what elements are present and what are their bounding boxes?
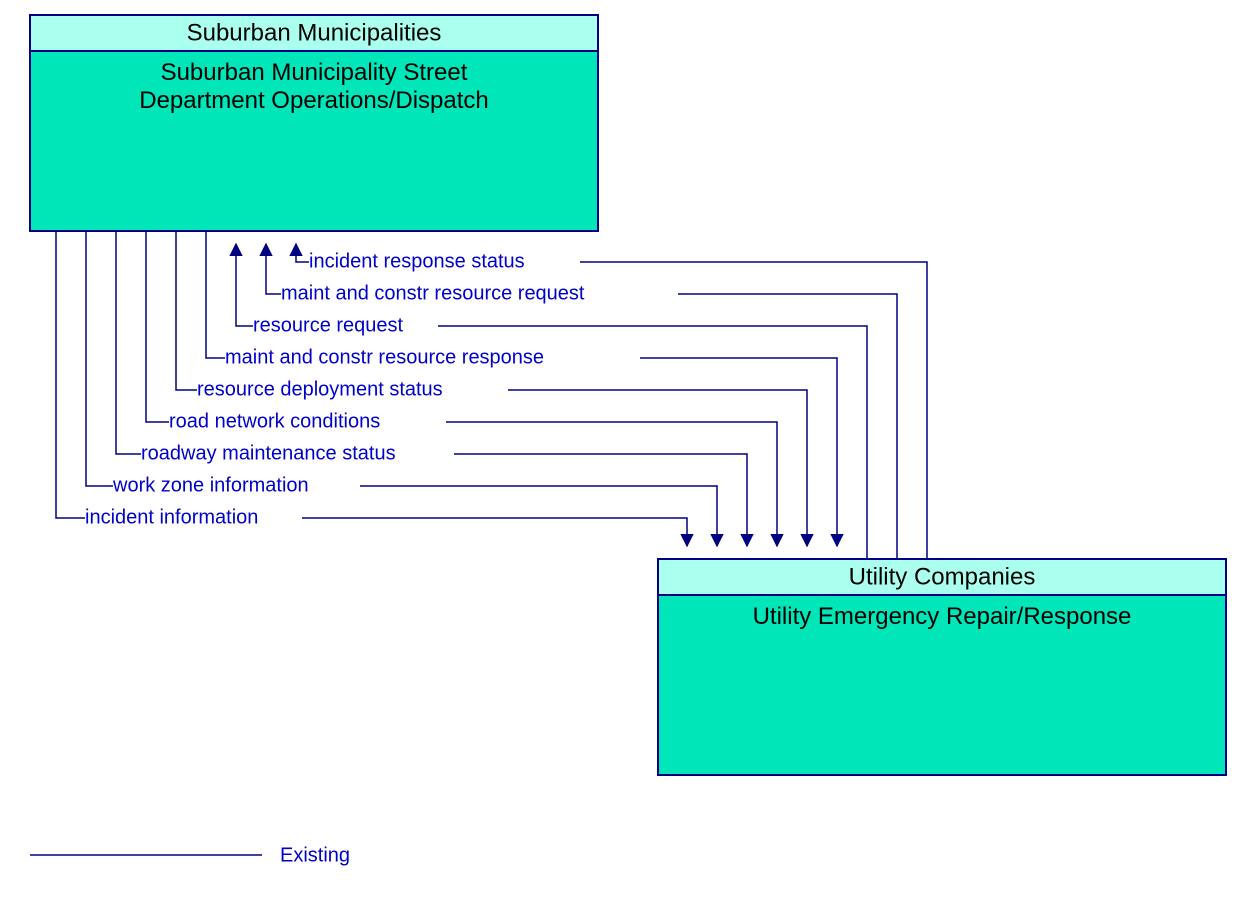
flow-label-resource-deployment-status: resource deployment status <box>197 378 443 400</box>
legend-existing-label: Existing <box>280 844 350 866</box>
box-a-body-line2: Department Operations/Dispatch <box>139 87 489 114</box>
box-b-header: Utility Companies <box>849 563 1036 590</box>
box-a-body-line1: Suburban Municipality Street <box>161 59 468 86</box>
flow-label-work-zone-information: work zone information <box>112 474 309 496</box>
flow-label-maint-constr-resource-request: maint and constr resource request <box>281 282 585 304</box>
entity-utility-companies: Utility Companies Utility Emergency Repa… <box>658 559 1226 775</box>
flow-label-resource-request: resource request <box>253 314 404 336</box>
entity-suburban-municipalities: Suburban Municipalities Suburban Municip… <box>30 15 598 231</box>
diagram-canvas: Suburban Municipalities Suburban Municip… <box>0 0 1252 897</box>
box-a-header: Suburban Municipalities <box>187 19 442 46</box>
box-b-body-line1: Utility Emergency Repair/Response <box>753 603 1132 630</box>
flow-label-incident-response-status: incident response status <box>309 250 525 272</box>
flow-label-roadway-maintenance-status: roadway maintenance status <box>141 442 396 464</box>
flow-label-maint-constr-resource-response: maint and constr resource response <box>225 346 544 368</box>
flow-label-road-network-conditions: road network conditions <box>169 410 380 432</box>
flow-label-incident-information: incident information <box>85 506 258 528</box>
